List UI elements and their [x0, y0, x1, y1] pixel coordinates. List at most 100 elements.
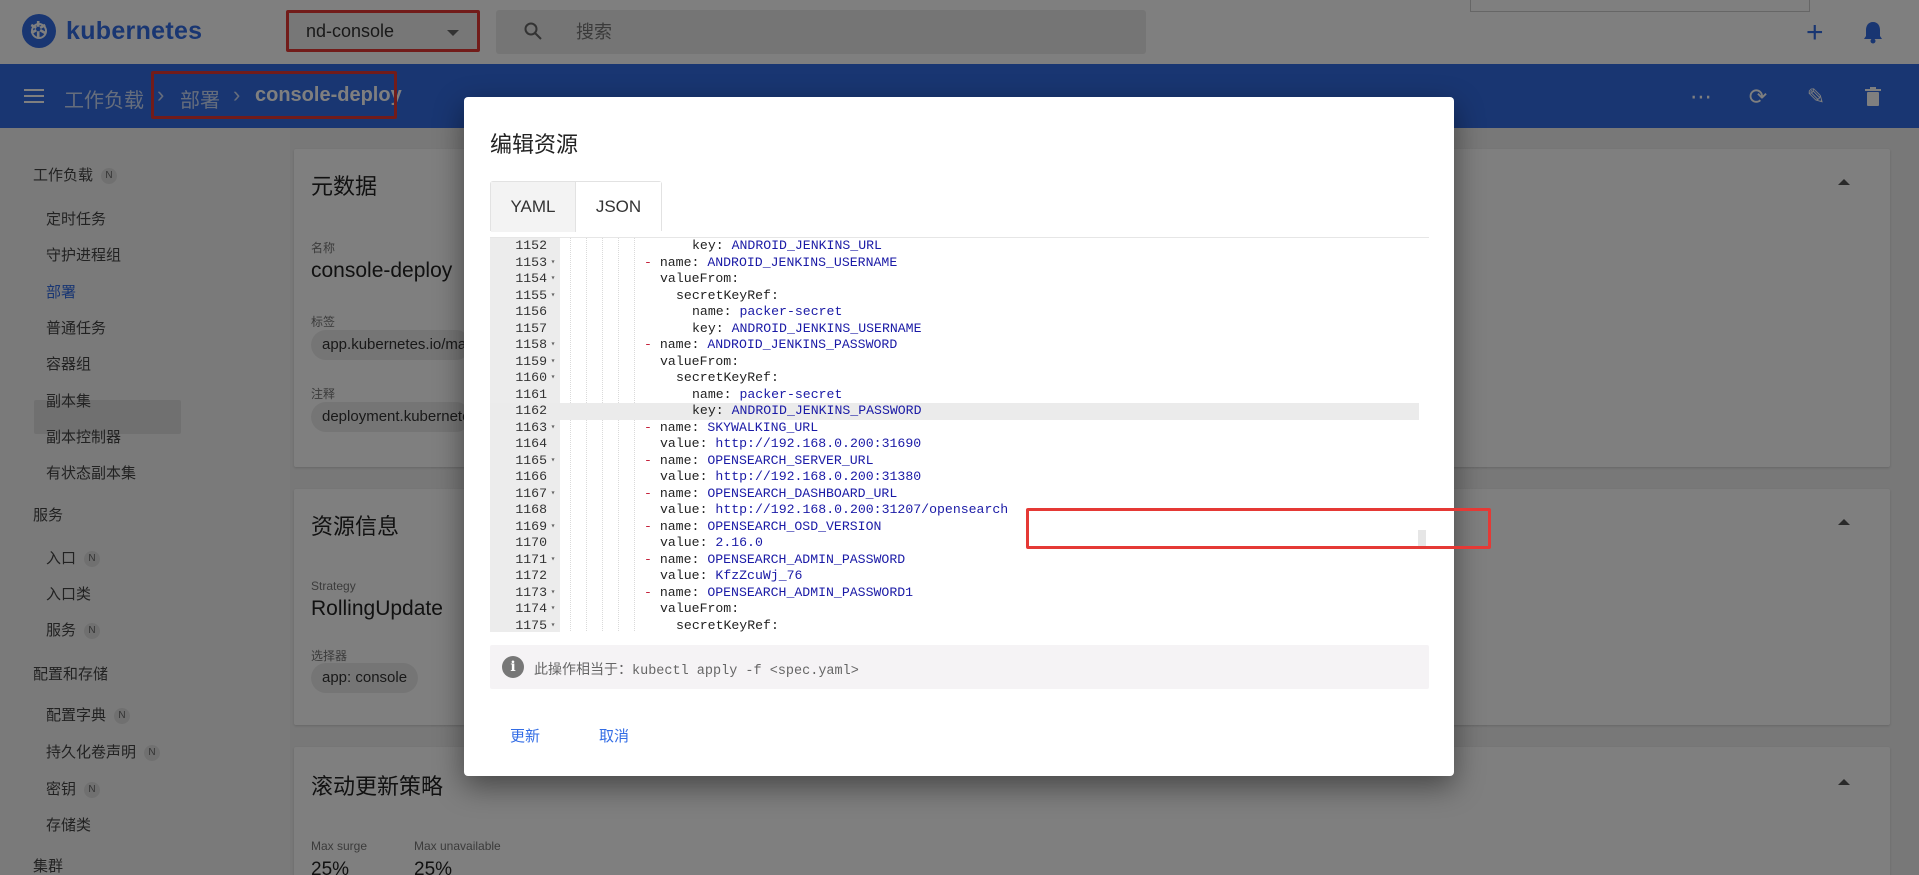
code-line[interactable]: 1152 key: ANDROID_JENKINS_URL	[490, 238, 1419, 255]
yaml-key: name:	[659, 584, 708, 600]
line-number: 1159	[515, 353, 547, 369]
code-line[interactable]: 1160 ▾ secretKeyRef:	[490, 370, 1419, 387]
list-dash: -	[644, 584, 660, 600]
code-editor[interactable]: 1152 key: ANDROID_JENKINS_URL 1153 ▾ - name:…	[490, 237, 1429, 632]
fold-arrow-icon[interactable]: ▾	[548, 255, 558, 272]
code-text: name: packer-secret	[692, 387, 842, 404]
list-dash: -	[644, 452, 660, 468]
code-line[interactable]: 1163 ▾ - name: SKYWALKING_URL	[490, 420, 1419, 437]
code-line[interactable]: 1159 ▾ valueFrom:	[490, 354, 1419, 371]
code-line[interactable]: 1164 value: http://192.168.0.200:31690	[490, 436, 1419, 453]
yaml-value: OPENSEARCH_ADMIN_PASSWORD1	[707, 584, 914, 600]
code-line[interactable]: 1171 ▾ - name: OPENSEARCH_ADMIN_PASSWORD	[490, 552, 1419, 569]
yaml-key: key:	[692, 238, 732, 253]
yaml-key: secretKeyRef:	[676, 617, 779, 633]
list-dash: -	[644, 551, 660, 567]
line-number: 1161	[515, 386, 547, 402]
fold-arrow-icon[interactable]: ▾	[548, 519, 558, 536]
code-line[interactable]: 1153 ▾ - name: ANDROID_JENKINS_USERNAME	[490, 255, 1419, 272]
line-number: 1163	[515, 419, 547, 435]
code-line[interactable]: 1166 value: http://192.168.0.200:31380	[490, 469, 1419, 486]
code-line[interactable]: 1157 key: ANDROID_JENKINS_USERNAME	[490, 321, 1419, 338]
yaml-value: KfzZcuWj_76	[715, 568, 803, 583]
line-number: 1169	[515, 518, 547, 534]
yaml-value: ANDROID_JENKINS_USERNAME	[731, 320, 922, 336]
code-line[interactable]: 1158 ▾ - name: ANDROID_JENKINS_PASSWORD	[490, 337, 1419, 354]
code-text: secretKeyRef:	[676, 288, 779, 305]
code-line[interactable]: 1154 ▾ valueFrom:	[490, 271, 1419, 288]
line-number: 1173	[515, 584, 547, 600]
yaml-value: 2.16.0	[715, 535, 763, 550]
code-line[interactable]: 1161 name: packer-secret	[490, 387, 1419, 404]
info-text: 此操作相当于：kubectl apply -f <spec.yaml>	[534, 659, 859, 679]
yaml-key: name:	[659, 254, 708, 270]
fold-arrow-icon[interactable]: ▾	[548, 354, 558, 371]
line-number: 1167	[515, 485, 547, 501]
line-number: 1174	[515, 601, 547, 616]
fold-arrow-icon[interactable]: ▾	[548, 420, 558, 437]
list-dash: -	[644, 419, 660, 435]
yaml-key: secretKeyRef:	[676, 370, 779, 385]
code-text: - name: OPENSEARCH_DASHBOARD_URL	[644, 486, 897, 503]
code-line[interactable]: 1175 ▾ secretKeyRef:	[490, 618, 1419, 633]
fold-arrow-icon[interactable]: ▾	[548, 552, 558, 569]
code-text: - name: OPENSEARCH_OSD_VERSION	[644, 519, 881, 536]
cancel-button[interactable]: 取消	[599, 725, 629, 746]
line-number: 1171	[515, 551, 547, 567]
line-number: 1164	[515, 436, 547, 451]
update-button[interactable]: 更新	[510, 725, 540, 746]
code-text: - name: ANDROID_JENKINS_USERNAME	[644, 255, 897, 272]
code-line[interactable]: 1155 ▾ secretKeyRef:	[490, 288, 1419, 305]
yaml-key: name:	[659, 518, 708, 534]
fold-arrow-icon[interactable]: ▾	[548, 288, 558, 305]
list-dash: -	[644, 254, 660, 270]
code-line[interactable]: 1162 key: ANDROID_JENKINS_PASSWORD	[490, 403, 1419, 420]
fold-arrow-icon[interactable]: ▾	[548, 486, 558, 503]
yaml-value: ANDROID_JENKINS_PASSWORD	[731, 403, 922, 418]
edit-resource-dialog: 编辑资源 YAML JSON 1152 key: ANDROID_JENKINS_…	[464, 97, 1491, 776]
fold-arrow-icon[interactable]: ▾	[548, 337, 558, 354]
code-line[interactable]: 1165 ▾ - name: OPENSEARCH_SERVER_URL	[490, 453, 1419, 470]
yaml-key: name:	[659, 452, 708, 468]
yaml-key: name:	[659, 419, 708, 435]
fold-arrow-icon[interactable]: ▾	[548, 601, 558, 618]
yaml-key: name:	[659, 551, 708, 567]
yaml-value: SKYWALKING_URL	[707, 419, 819, 435]
fold-arrow-icon[interactable]: ▾	[548, 618, 558, 633]
tab-yaml[interactable]: YAML	[491, 182, 576, 232]
editor-scrollbar[interactable]	[1418, 530, 1426, 546]
code-text: key: ANDROID_JENKINS_PASSWORD	[692, 403, 922, 420]
fold-arrow-icon[interactable]: ▾	[548, 271, 558, 288]
fold-arrow-icon[interactable]: ▾	[548, 370, 558, 387]
yaml-key: secretKeyRef:	[676, 287, 779, 303]
code-text: value: http://192.168.0.200:31207/opense…	[660, 502, 1008, 519]
yaml-value: OPENSEARCH_DASHBOARD_URL	[707, 485, 898, 501]
line-number: 1172	[515, 568, 547, 583]
code-text: value: KfzZcuWj_76	[660, 568, 802, 585]
yaml-value: http://192.168.0.200:31207/opensearch	[715, 502, 1009, 517]
tab-json[interactable]: JSON	[576, 182, 661, 232]
code-text: valueFrom:	[660, 354, 739, 371]
code-line[interactable]: 1156 name: packer-secret	[490, 304, 1419, 321]
list-dash: -	[644, 485, 660, 501]
list-dash: -	[644, 518, 660, 534]
fold-arrow-icon[interactable]: ▾	[548, 453, 558, 470]
yaml-key: value:	[660, 436, 716, 451]
code-text: key: ANDROID_JENKINS_URL	[692, 238, 882, 255]
yaml-key: valueFrom:	[660, 271, 740, 286]
code-text: secretKeyRef:	[676, 618, 779, 633]
info-icon: i	[502, 656, 524, 678]
yaml-value: OPENSEARCH_OSD_VERSION	[707, 518, 882, 534]
code-text: - name: OPENSEARCH_SERVER_URL	[644, 453, 874, 470]
yaml-value: OPENSEARCH_SERVER_URL	[707, 452, 874, 468]
yaml-value: ANDROID_JENKINS_PASSWORD	[707, 337, 898, 352]
code-line[interactable]: 1167 ▾ - name: OPENSEARCH_DASHBOARD_URL	[490, 486, 1419, 503]
info-label: 此操作相当于：	[534, 661, 632, 677]
fold-arrow-icon[interactable]: ▾	[548, 585, 558, 602]
code-line[interactable]: 1174 ▾ valueFrom:	[490, 601, 1419, 618]
yaml-key: valueFrom:	[660, 601, 740, 616]
code-text: name: packer-secret	[692, 304, 842, 321]
code-line[interactable]: 1173 ▾ - name: OPENSEARCH_ADMIN_PASSWORD1	[490, 585, 1419, 602]
yaml-value: packer-secret	[739, 304, 843, 319]
code-line[interactable]: 1172 value: KfzZcuWj_76	[490, 568, 1419, 585]
